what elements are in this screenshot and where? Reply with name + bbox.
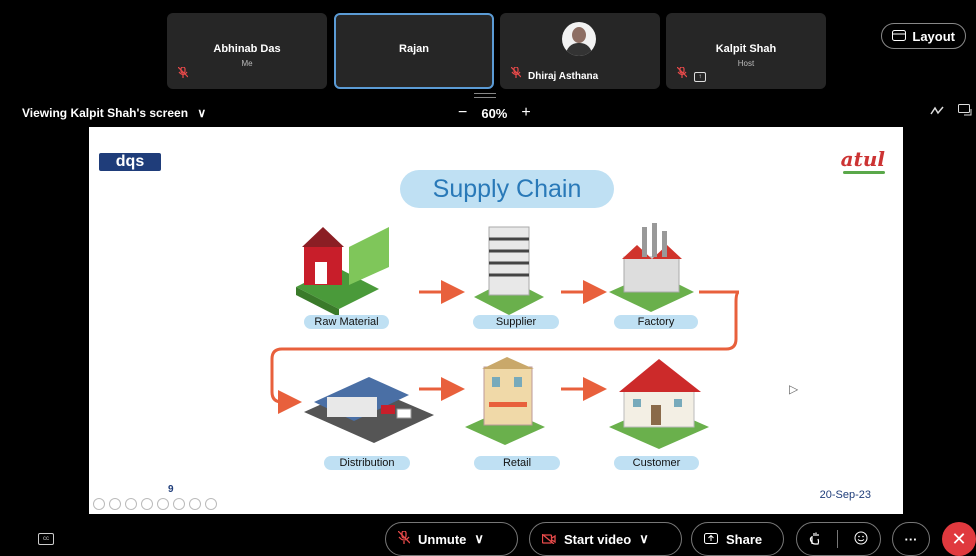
mic-off-icon xyxy=(676,66,688,81)
viewing-dropdown[interactable]: Viewing Kalpit Shah's screen ∨ xyxy=(22,106,206,120)
resize-handle[interactable] xyxy=(474,93,496,98)
avatar xyxy=(562,22,596,56)
pointer-icon: ▷ xyxy=(789,382,799,396)
participant-tile-rajan[interactable]: Rajan xyxy=(334,13,494,89)
layout-label: Layout xyxy=(912,28,955,44)
unmute-button[interactable]: Unmute ∨ xyxy=(385,522,518,556)
presentation-toolbar xyxy=(93,498,217,510)
start-video-button[interactable]: Start video ∨ xyxy=(529,522,682,556)
more-options-icon[interactable] xyxy=(205,498,217,510)
screen-share-icon: ↑ xyxy=(694,72,706,82)
prev-slide-icon[interactable] xyxy=(93,498,105,510)
annotate-icon[interactable] xyxy=(930,104,944,119)
raw-material-illustration xyxy=(296,227,389,317)
captions-icon[interactable]: cc xyxy=(38,533,54,545)
camera-icon[interactable] xyxy=(189,498,201,510)
zoom-icon[interactable] xyxy=(157,498,169,510)
supplier-illustration xyxy=(474,226,544,315)
raise-hand-icon[interactable] xyxy=(809,531,821,548)
slide-date: 20-Sep-23 xyxy=(819,489,871,501)
stage-label: Supplier xyxy=(473,315,559,329)
distribution-illustration xyxy=(304,377,434,443)
shared-screen: dqs atul Supply Chain Raw Material Suppl… xyxy=(89,127,903,514)
mic-off-icon xyxy=(397,530,411,547)
participant-role: Me xyxy=(241,59,253,68)
chevron-down-icon: ∨ xyxy=(197,106,207,120)
zoom-out-button[interactable]: − xyxy=(458,104,467,122)
stage-label: Raw Material xyxy=(304,315,389,329)
pen-icon[interactable] xyxy=(125,498,137,510)
chevron-down-icon[interactable]: ∨ xyxy=(639,531,649,547)
next-slide-icon[interactable] xyxy=(109,498,121,510)
retail-illustration xyxy=(465,357,545,445)
zoom-value: 60% xyxy=(481,105,508,121)
copy-icon[interactable] xyxy=(141,498,153,510)
mic-off-icon xyxy=(177,66,189,81)
stage-label: Customer xyxy=(614,456,699,470)
factory-illustration xyxy=(609,223,694,312)
layout-icon xyxy=(892,29,907,44)
viewing-label: Viewing Kalpit Shah's screen xyxy=(22,106,189,120)
zoom-controls: − 60% + xyxy=(458,104,531,122)
screen-share-icon xyxy=(704,532,718,547)
video-off-icon xyxy=(541,532,556,547)
stage-label: Factory xyxy=(614,315,698,329)
share-button[interactable]: Share xyxy=(691,522,784,556)
more-icon: ··· xyxy=(904,531,918,547)
stage-label: Distribution xyxy=(324,456,410,470)
participant-tile-abhinab[interactable]: Abhinab Das Me xyxy=(167,13,327,89)
participant-name: Abhinab Das xyxy=(213,43,281,55)
participant-name: Dhiraj Asthana xyxy=(528,71,599,82)
chevron-down-icon[interactable]: ∨ xyxy=(474,531,484,547)
pop-out-icon[interactable] xyxy=(958,104,972,119)
participant-name: Kalpit Shah xyxy=(715,43,777,55)
layout-button[interactable]: Layout xyxy=(881,23,966,49)
customer-illustration xyxy=(609,359,709,449)
participant-role: Host xyxy=(737,59,755,68)
mic-off-icon xyxy=(510,66,522,81)
zoom-in-button[interactable]: + xyxy=(521,104,530,122)
participant-tile-dhiraj[interactable]: Dhiraj Asthana xyxy=(500,13,660,89)
participant-tile-kalpit[interactable]: Kalpit Shah Host ↑ xyxy=(666,13,826,89)
unmute-label: Unmute xyxy=(418,531,467,547)
share-label: Share xyxy=(726,531,763,547)
grid-icon[interactable] xyxy=(173,498,185,510)
emoji-icon[interactable] xyxy=(854,531,868,548)
participant-name: Rajan xyxy=(399,43,429,55)
slide-number: 9 xyxy=(168,484,174,495)
more-options-button[interactable]: ··· xyxy=(892,522,930,556)
stage-label: Retail xyxy=(474,456,560,470)
end-call-button[interactable]: ✕ xyxy=(942,522,976,556)
reactions-group xyxy=(796,522,881,556)
start-video-label: Start video xyxy=(564,531,632,547)
